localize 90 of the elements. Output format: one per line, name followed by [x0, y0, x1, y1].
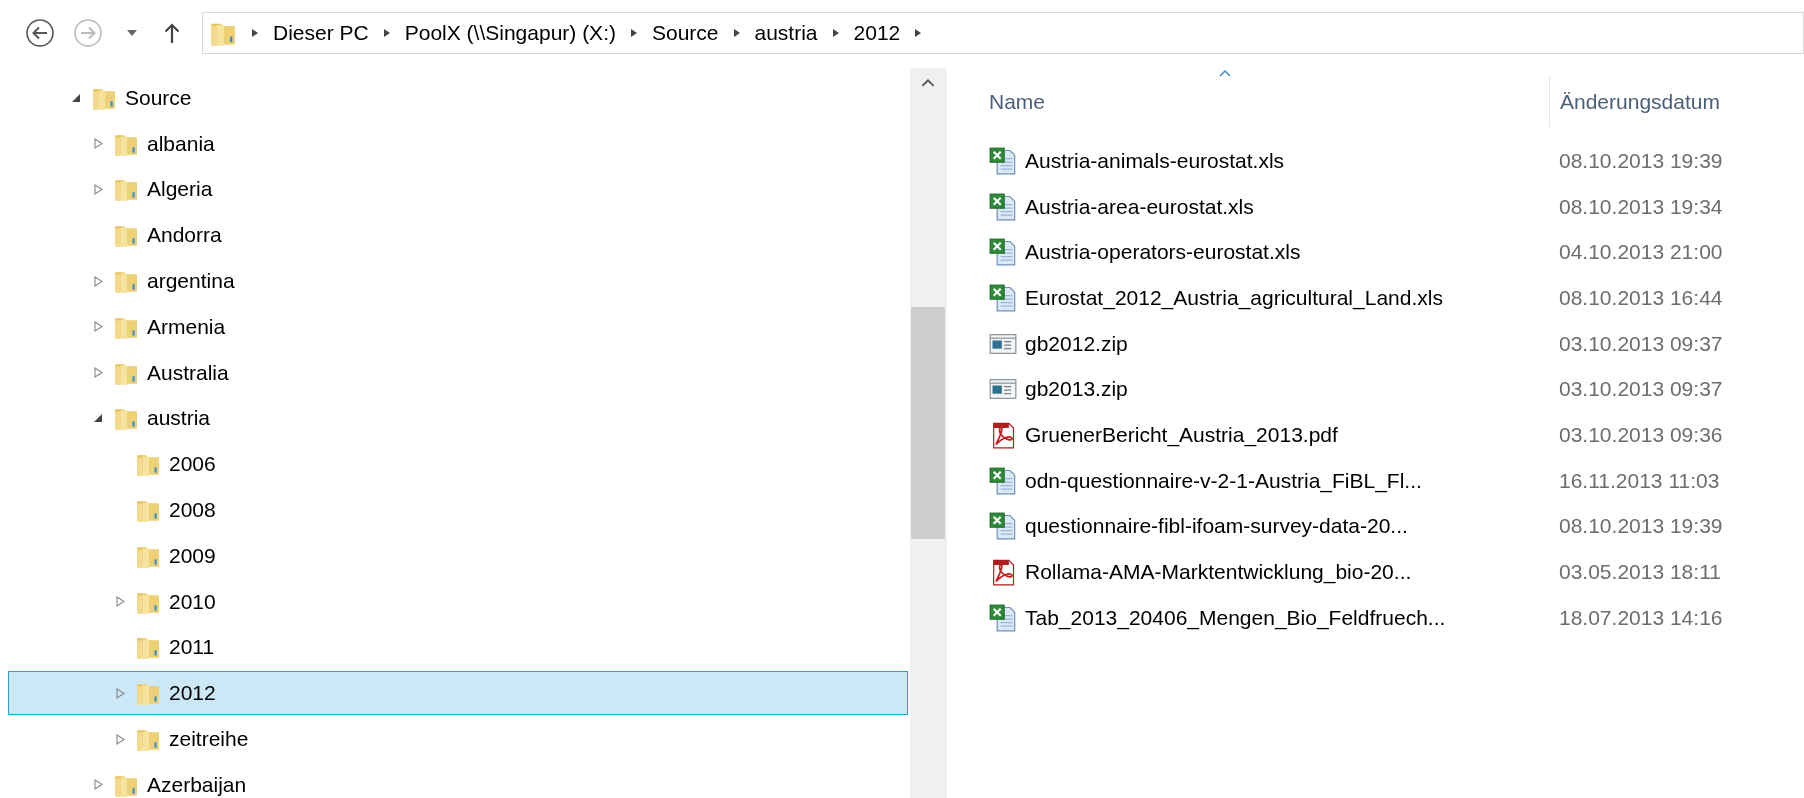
modified-date: 04.10.2013 21:00 [1559, 240, 1723, 265]
tree-item[interactable]: 2010 [8, 579, 908, 624]
modified-date: 08.10.2013 19:34 [1559, 194, 1723, 219]
file-name: odn-questionnaire-v-2-1-Austria_FiBL_Fl... [1025, 468, 1422, 493]
scrollbar-thumb[interactable] [911, 307, 945, 539]
file-name: Austria-animals-eurostat.xls [1025, 148, 1285, 173]
folder-name: 2008 [169, 498, 216, 523]
up-arrow-icon [164, 22, 180, 44]
tree-item[interactable]: zeitreihe [8, 717, 908, 761]
address-bar[interactable]: Dieser PC PoolX (\\Singapur) (X:) Source austria 2012 [202, 12, 1804, 54]
modified-date: 03.10.2013 09:37 [1559, 331, 1723, 356]
file-name: questionnaire-fibl-ifoam-survey-data-20... [1025, 514, 1408, 539]
tree-item[interactable]: 2009 [8, 533, 908, 578]
tree-item[interactable]: austria [8, 396, 908, 441]
excel-file-icon [989, 238, 1017, 267]
modified-date: 03.10.2013 09:36 [1559, 422, 1723, 447]
excel-file-icon [989, 192, 1017, 221]
breadcrumb[interactable]: PoolX (\\Singapur) (X:) [404, 21, 616, 45]
modified-date: 08.10.2013 16:44 [1559, 285, 1723, 310]
file-name: Austria-area-eurostat.xls [1025, 194, 1254, 219]
folder-name: Source [125, 85, 192, 110]
modified-date: 18.07.2013 14:16 [1559, 605, 1723, 630]
file-row[interactable]: Eurostat_2012_Austria_agricultural_Land.xls 08.10.2013 16:44 [989, 275, 1804, 321]
file-row[interactable]: questionnaire-fibl-ifoam-survey-data-20... 08.10.2013 19:39 [989, 503, 1804, 550]
chevron-icon[interactable] [629, 28, 638, 38]
modified-date: 03.10.2013 09:37 [1559, 377, 1723, 402]
folder-name: zeitreihe [169, 727, 249, 752]
folder-name: 2006 [169, 452, 216, 477]
folder-name: Australia [147, 360, 229, 385]
excel-file-icon [989, 146, 1017, 175]
file-row[interactable]: odn-questionnaire-v-2-1-Austria_FiBL_Fl... 16.11.2013 11:03 [989, 457, 1804, 504]
modified-date: 08.10.2013 19:39 [1559, 148, 1723, 173]
tree-item[interactable]: albania [8, 121, 908, 166]
file-name: gb2012.zip [1025, 331, 1128, 356]
file-name: Tab_2013_20406_Mengen_Bio_Feldfruech... [1025, 605, 1446, 630]
file-row[interactable]: gb2012.zip 03.10.2013 09:37 [989, 320, 1804, 367]
file-row[interactable]: Rollama-AMA-Marktentwicklung_bio-20... 03.05.2013 18:11 [989, 549, 1804, 595]
tree-item[interactable]: Armenia [8, 305, 908, 349]
folder-name: 2011 [169, 635, 215, 660]
file-row[interactable]: Tab_2013_20406_Mengen_Bio_Feldfruech... 18.07.2013 14:16 [989, 594, 1804, 641]
folder-name: argentina [147, 269, 235, 294]
file-name: Austria-operators-eurostat.xls [1025, 240, 1301, 265]
excel-file-icon [989, 283, 1017, 312]
tree-item[interactable]: 2012 [8, 671, 908, 716]
folder-name: Andorra [147, 223, 222, 248]
caret-icon [126, 29, 138, 37]
column-header[interactable]: Änderungsdatum [1550, 82, 1720, 122]
excel-file-icon [989, 603, 1017, 632]
file-row[interactable]: Austria-area-eurostat.xls 08.10.2013 19:34 [989, 183, 1804, 230]
chevron-icon[interactable] [382, 28, 391, 38]
chevron-icon[interactable] [914, 28, 923, 38]
tree-item[interactable]: 2008 [8, 488, 908, 532]
tree-item[interactable]: Algeria [8, 167, 908, 212]
chevron-icon[interactable] [732, 28, 741, 38]
modified-date: 03.05.2013 18:11 [1559, 560, 1721, 585]
modified-date: 08.10.2013 19:39 [1559, 514, 1723, 539]
tree-item[interactable]: 2011 [8, 625, 908, 670]
tree-item[interactable]: Andorra [8, 213, 908, 258]
file-name: Eurostat_2012_Austria_agricultural_Land.xls [1025, 285, 1443, 310]
file-name: Rollama-AMA-Marktentwicklung_bio-20... [1025, 560, 1412, 585]
tree-item[interactable]: 2006 [8, 442, 908, 487]
breadcrumb[interactable]: 2012 [853, 21, 901, 45]
column-header[interactable]: Name [989, 82, 1549, 122]
folder-name: Azerbaijan [147, 772, 247, 797]
breadcrumb[interactable]: Dieser PC [273, 21, 369, 45]
excel-file-icon [989, 466, 1017, 495]
chevron-icon[interactable] [251, 28, 259, 38]
file-name: GruenerBericht_Austria_2013.pdf [1025, 422, 1338, 447]
scrollbar[interactable] [910, 68, 946, 798]
modified-date: 16.11.2013 11:03 [1559, 468, 1720, 493]
chevron-icon[interactable] [831, 28, 840, 38]
folder-name: 2012 [169, 681, 216, 706]
file-row[interactable]: Austria-operators-eurostat.xls 04.10.2013 21:00 [989, 229, 1804, 276]
file-row[interactable]: gb2013.zip 03.10.2013 09:37 [989, 366, 1804, 413]
excel-file-icon [989, 512, 1017, 541]
tree-item[interactable]: Azerbaijan [8, 762, 908, 798]
tree-item[interactable]: Source [8, 76, 908, 120]
folder-name: 2009 [169, 543, 216, 568]
breadcrumb[interactable]: Source [651, 21, 719, 45]
tree-item[interactable]: Australia [8, 350, 908, 395]
folder-name: 2010 [169, 589, 216, 614]
file-row[interactable]: GruenerBericht_Austria_2013.pdf 03.10.2013 09:36 [989, 412, 1804, 458]
file-row[interactable]: Austria-animals-eurostat.xls 08.10.2013 19:39 [989, 138, 1804, 184]
folder-name: albania [147, 131, 215, 156]
breadcrumb[interactable]: austria [754, 21, 818, 45]
folder-name: austria [147, 406, 211, 431]
folder-name: Algeria [147, 177, 213, 202]
tree-item[interactable]: argentina [8, 259, 908, 303]
file-name: gb2013.zip [1025, 377, 1128, 402]
folder-name: Armenia [147, 314, 226, 339]
